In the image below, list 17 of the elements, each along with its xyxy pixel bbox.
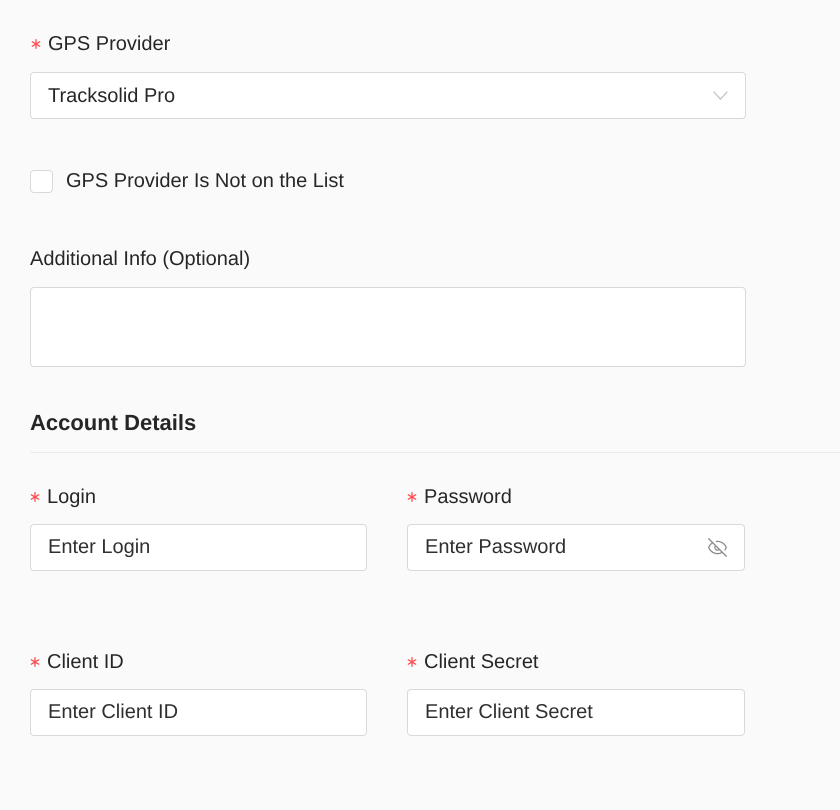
field-label: Additional Info (Optional)	[30, 247, 250, 271]
checkbox[interactable]	[30, 170, 53, 192]
chevron-down-icon	[713, 91, 728, 100]
eye-off-icon[interactable]	[707, 537, 728, 558]
section-heading: Account Details	[30, 409, 196, 437]
field-label: Password	[424, 485, 512, 509]
text-input-field[interactable]: Enter Client Secret	[407, 689, 745, 736]
textarea-field[interactable]	[30, 287, 746, 367]
field-label: Client Secret	[424, 650, 538, 674]
select-field[interactable]: Tracksolid Pro	[30, 72, 746, 119]
text-input-field[interactable]: Enter Login	[30, 524, 367, 571]
checkbox-label[interactable]: GPS Provider Is Not on the List	[66, 169, 344, 193]
field-label: Client ID	[47, 650, 124, 674]
password-input-field[interactable]: Enter Password	[407, 524, 745, 571]
field-label: GPS Provider	[48, 32, 170, 56]
text-input-field[interactable]: Enter Client ID	[30, 689, 367, 736]
field-label: Login	[47, 485, 96, 509]
